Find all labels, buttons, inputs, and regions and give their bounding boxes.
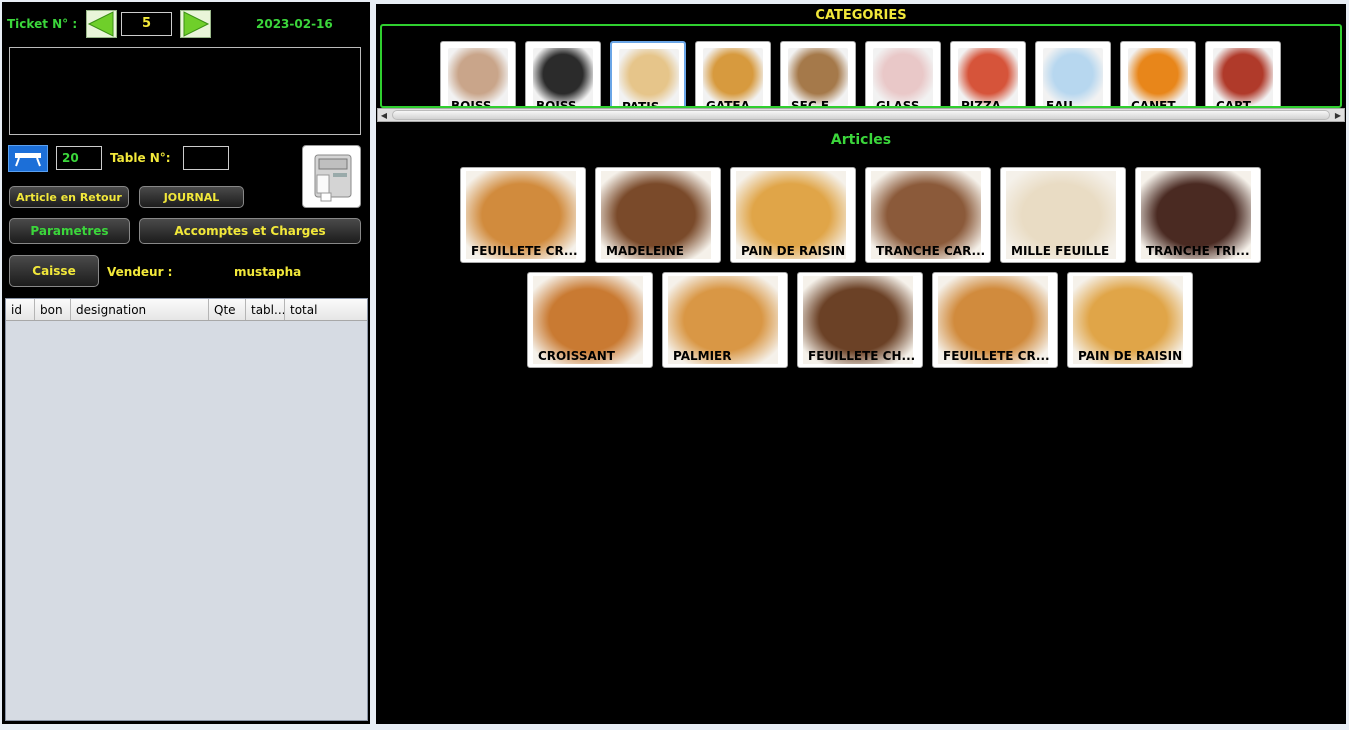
ticket-number: 5 <box>121 12 172 36</box>
fanta-can-image <box>1128 48 1188 106</box>
table-icon <box>15 152 41 166</box>
categories-title: CATEGORIES <box>815 8 907 23</box>
next-ticket-button[interactable] <box>180 10 211 38</box>
previous-ticket-button[interactable] <box>86 10 117 38</box>
ice-cream-image <box>873 48 933 106</box>
category-tile[interactable]: GATEA... <box>695 41 771 108</box>
category-tile[interactable]: PIZZA <box>950 41 1026 108</box>
article-tile[interactable]: CROISSANT <box>527 272 653 368</box>
category-tile[interactable]: BOISS... <box>525 41 601 108</box>
article-tile[interactable]: FEUILLETE CH... <box>797 272 923 368</box>
categories-scrollbar[interactable]: ◀ ▶ <box>377 108 1345 122</box>
pos-window: Ticket N° : 5 2023-02-16 20 Table N°: Ar… <box>0 0 1349 730</box>
category-tile[interactable]: CANET... <box>1120 41 1196 108</box>
scroll-left-icon[interactable]: ◀ <box>378 109 390 121</box>
pizza-image <box>958 48 1018 106</box>
coffee-cup-image <box>533 48 593 106</box>
article-label: MILLE FEUILLE <box>1011 244 1110 258</box>
ticket-date: 2023-02-16 <box>256 17 333 31</box>
category-tile[interactable]: EAU <box>1035 41 1111 108</box>
category-tile[interactable]: BOISS... <box>440 41 516 108</box>
vendeur-name: mustapha <box>234 265 302 279</box>
category-label: BOISS... <box>536 99 591 108</box>
ticket-lines-table[interactable]: id bon designation Qte tabl... total <box>5 298 368 721</box>
article-label: TRANCHE CAR... <box>876 244 986 258</box>
category-label: BOISS... <box>451 99 506 108</box>
article-label: PAIN DE RAISIN <box>741 244 846 258</box>
article-label: CROISSANT <box>538 349 615 363</box>
column-qte[interactable]: Qte <box>209 299 246 320</box>
article-label: FEUILLETE CR... <box>943 349 1050 363</box>
category-label: SEC F... <box>791 99 841 108</box>
ticket-panel: Ticket N° : 5 2023-02-16 20 Table N°: Ar… <box>2 2 370 724</box>
article-tile[interactable]: TRANCHE CAR... <box>865 167 991 263</box>
category-label: CART... <box>1216 99 1263 108</box>
scroll-right-icon[interactable]: ▶ <box>1332 109 1344 121</box>
categories-strip: BOISS... BOISS... PATIS... GATEA... SEC F...… <box>380 24 1342 108</box>
table-header: id bon designation Qte tabl... total <box>6 299 367 321</box>
scroll-thumb[interactable] <box>392 110 1330 120</box>
article-label: TRANCHE TRI... <box>1146 244 1250 258</box>
ticket-notes-area[interactable] <box>9 47 361 135</box>
water-bottle-image <box>1043 48 1103 106</box>
dry-fruits-image <box>788 48 848 106</box>
column-designation[interactable]: designation <box>71 299 209 320</box>
table-number-input[interactable] <box>183 146 229 170</box>
article-label: MADELEINE <box>606 244 684 258</box>
table-number-label: Table N°: <box>110 151 171 165</box>
arrow-right-icon <box>180 10 211 38</box>
articles-title: Articles <box>830 132 892 148</box>
category-tile[interactable]: GLASS... <box>865 41 941 108</box>
print-button[interactable] <box>302 145 361 208</box>
cake-image <box>619 49 679 106</box>
category-label: GATEA... <box>706 99 764 108</box>
journal-button[interactable]: JOURNAL <box>139 186 244 208</box>
article-label: PAIN DE RAISIN <box>1078 349 1183 363</box>
category-tile[interactable]: PATIS... <box>610 41 686 108</box>
pie-image <box>703 48 763 106</box>
article-tile[interactable]: FEUILLETE CR... <box>460 167 586 263</box>
category-label: GLASS... <box>876 99 934 108</box>
article-retour-button[interactable]: Article en Retour <box>9 186 129 208</box>
column-bon[interactable]: bon <box>35 299 71 320</box>
article-tile[interactable]: MILLE FEUILLE <box>1000 167 1126 263</box>
vendeur-label: Vendeur : <box>107 265 173 279</box>
juice-carton-image <box>1213 48 1273 106</box>
column-id[interactable]: id <box>6 299 35 320</box>
article-tile[interactable]: PAIN DE RAISIN <box>1067 272 1193 368</box>
catalog-panel: CATEGORIES BOISS... BOISS... PATIS... GATEA… <box>376 4 1346 724</box>
parametres-button[interactable]: Parametres <box>9 218 130 244</box>
caisse-button[interactable]: Caisse <box>9 255 99 287</box>
article-tile[interactable]: FEUILLETE CR... <box>932 272 1058 368</box>
category-label: PATIS... <box>622 100 674 108</box>
category-tile[interactable]: SEC F... <box>780 41 856 108</box>
article-tile[interactable]: TRANCHE TRI... <box>1135 167 1261 263</box>
ticket-label: Ticket N° : <box>7 17 78 31</box>
arrow-left-icon <box>86 10 117 38</box>
column-total[interactable]: total <box>285 299 367 320</box>
article-label: FEUILLETE CH... <box>808 349 916 363</box>
soda-bottles-image <box>448 48 508 106</box>
category-label: CANET... <box>1131 99 1188 108</box>
table-select-button[interactable] <box>8 145 48 172</box>
printer-icon <box>314 154 351 201</box>
category-tile[interactable]: CART... <box>1205 41 1281 108</box>
article-tile[interactable]: PAIN DE RAISIN <box>730 167 856 263</box>
article-tile[interactable]: PALMIER <box>662 272 788 368</box>
article-label: PALMIER <box>673 349 732 363</box>
category-label: EAU <box>1046 99 1073 108</box>
table-count: 20 <box>56 146 102 170</box>
article-tile[interactable]: MADELEINE <box>595 167 721 263</box>
column-table[interactable]: tabl... <box>246 299 285 320</box>
category-label: PIZZA <box>961 99 1001 108</box>
article-label: FEUILLETE CR... <box>471 244 578 258</box>
accomptes-charges-button[interactable]: Accomptes et Charges <box>139 218 361 244</box>
